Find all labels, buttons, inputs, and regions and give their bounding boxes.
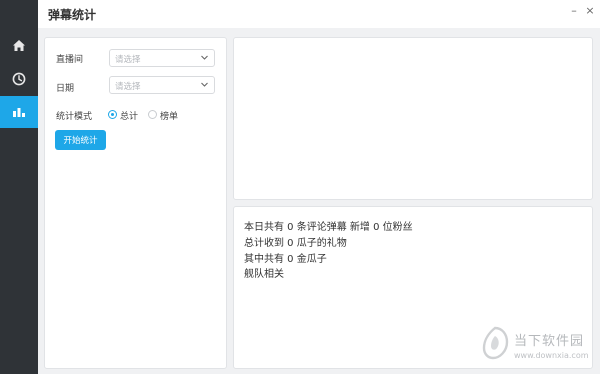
sidebar-item-home[interactable] (0, 29, 38, 61)
watermark-url: www.downxia.com (514, 351, 589, 360)
title-bar: 弹幕统计 – × (38, 0, 600, 28)
chart-panel (233, 37, 593, 200)
date-label: 日期 (56, 84, 75, 94)
streamer-label: 直播间 (56, 55, 84, 65)
watermark: 当下软件园 www.downxia.com (478, 322, 598, 366)
chevron-down-icon (201, 55, 208, 60)
mode-total-label[interactable]: 总计 (120, 109, 138, 122)
stats-line-comments: 本日共有 0 条评论弹幕 新增 0 位粉丝 (244, 222, 413, 233)
watermark-brand: 当下软件园 (514, 334, 585, 349)
stats-line-fleet: 舰队相关 (244, 269, 284, 280)
date-select[interactable]: 请选择 (109, 76, 215, 94)
mode-ranking-label[interactable]: 榜单 (160, 109, 178, 122)
watermark-logo-icon (482, 326, 509, 360)
window-title: 弹幕统计 (48, 8, 97, 22)
streamer-select[interactable]: 请选择 (109, 49, 215, 67)
mode-ranking-radio[interactable] (148, 110, 157, 119)
clock-icon (12, 72, 26, 86)
streamer-placeholder: 请选择 (115, 55, 141, 65)
mode-total-radio[interactable] (108, 110, 117, 119)
chevron-down-icon (201, 82, 208, 87)
close-button[interactable]: × (583, 4, 597, 18)
minimize-button[interactable]: – (567, 4, 581, 18)
home-icon (13, 39, 25, 51)
sidebar-item-statistics[interactable] (0, 96, 38, 128)
sidebar-item-history[interactable] (0, 63, 38, 95)
filter-panel: 直播间 请选择 日期 请选择 统计模式 总计 榜单 开始统计 (44, 37, 227, 369)
start-statistics-button[interactable]: 开始统计 (55, 130, 106, 150)
mode-label: 统计模式 (56, 112, 93, 122)
bar-chart-icon (13, 108, 25, 117)
stats-line-gifts: 总计收到 0 瓜子的礼物 (244, 238, 347, 249)
sidebar (0, 0, 38, 374)
date-placeholder: 请选择 (115, 82, 141, 92)
stats-line-gold: 其中共有 0 金瓜子 (244, 254, 327, 265)
